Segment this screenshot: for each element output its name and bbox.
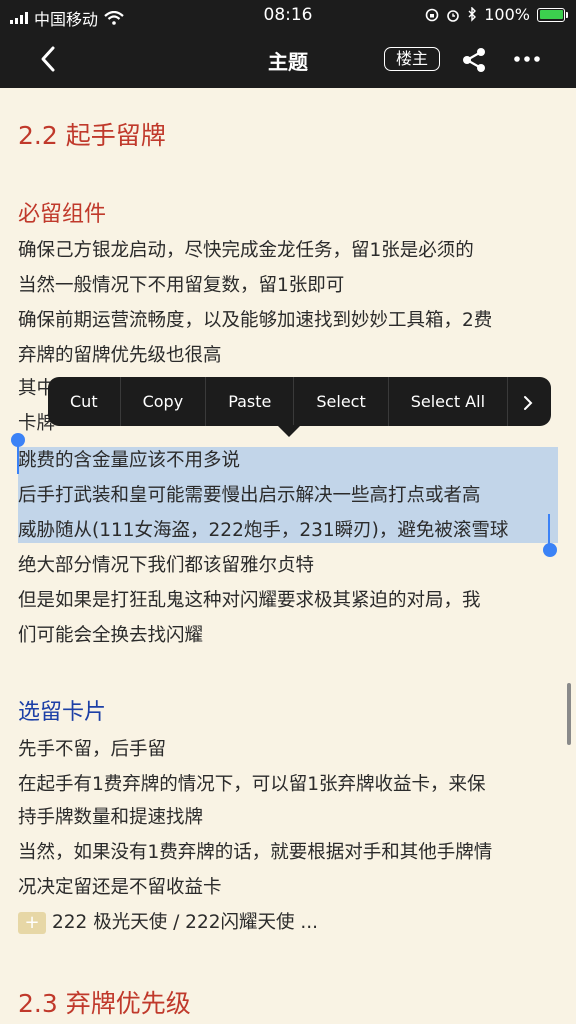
card-attachment-link[interactable]: +222 极光天使 / 222闪耀天使 ... xyxy=(18,910,318,936)
alarm-icon xyxy=(447,9,460,22)
orientation-lock-icon xyxy=(425,8,439,21)
more-menu-items-button[interactable] xyxy=(508,377,548,426)
selected-content-line: 威胁随从(111女海盗，222炮手，231瞬刃)，避免被滚雪球 xyxy=(18,520,509,541)
select-menu-item[interactable]: Select xyxy=(294,377,389,426)
content-line: 绝大部分情况下我们都该留雅尔贞特 xyxy=(18,555,315,576)
selected-content-line: 后手打武装和皇可能需要慢出启示解决一些高打点或者高 xyxy=(18,485,481,506)
more-icon[interactable] xyxy=(512,48,542,70)
battery-icon xyxy=(537,7,568,22)
text-context-menu: Cut Copy Paste Select Select All xyxy=(48,377,551,426)
status-right: 100% xyxy=(425,5,568,24)
card-attachment-text: 222 极光天使 / 222闪耀天使 ... xyxy=(52,912,319,933)
content-line: 当然一般情况下不用留复数，留1张即可 xyxy=(18,275,345,296)
selection-start-caret xyxy=(17,444,19,474)
content-line: 当然，如果没有1费弃牌的话，就要根据对手和其他手牌情 xyxy=(18,842,493,863)
content-line: 在起手有1费弃牌的情况下，可以留1张弃牌收益卡，来保 xyxy=(18,774,486,795)
content-line: 确保己方银龙启动，尽快完成金龙任务，留1张是必须的 xyxy=(18,240,474,261)
paste-menu-item[interactable]: Paste xyxy=(206,377,295,426)
optional-keep-heading: 选留卡片 xyxy=(18,700,107,725)
selection-end-handle[interactable] xyxy=(543,543,557,557)
copy-menu-item[interactable]: Copy xyxy=(121,377,207,426)
chevron-right-icon xyxy=(524,395,533,410)
content-line: 但是如果是打狂乱鬼这种对闪耀要求极其紧迫的对局，我 xyxy=(18,590,481,611)
content-line: 们可能会全换去找闪耀 xyxy=(18,625,204,646)
content-line: 况决定留还是不留收益卡 xyxy=(18,877,222,898)
battery-percent: 100% xyxy=(484,5,530,24)
select-all-menu-item[interactable]: Select All xyxy=(389,377,509,426)
bluetooth-icon xyxy=(468,7,477,22)
page-title: 主题 xyxy=(268,50,308,74)
share-icon[interactable] xyxy=(460,46,488,74)
nav-bar: 主题 楼主 xyxy=(0,30,576,88)
cut-menu-item[interactable]: Cut xyxy=(48,377,121,426)
op-only-button[interactable]: 楼主 xyxy=(384,47,440,71)
selected-content-line: 跳费的含金量应该不用多说 xyxy=(18,450,241,471)
content-line: 持手牌数量和提速找牌 xyxy=(18,807,204,828)
scroll-indicator[interactable] xyxy=(567,683,571,745)
content-line: 弃牌的留牌优先级也很高 xyxy=(18,345,222,366)
section-heading-2-2: 2.2 起手留牌 xyxy=(18,121,166,150)
content-line: 确保前期运营流畅度，以及能够加速找到妙妙工具箱，2费 xyxy=(18,310,493,331)
content-line: 先手不留，后手留 xyxy=(18,739,167,760)
must-keep-heading: 必留组件 xyxy=(18,202,107,227)
context-menu-pointer xyxy=(277,425,301,437)
plus-icon: + xyxy=(18,912,46,934)
status-bar: 中国移动 08:16 100% xyxy=(0,0,576,30)
section-heading-2-3: 2.3 弃牌优先级 xyxy=(18,989,191,1018)
